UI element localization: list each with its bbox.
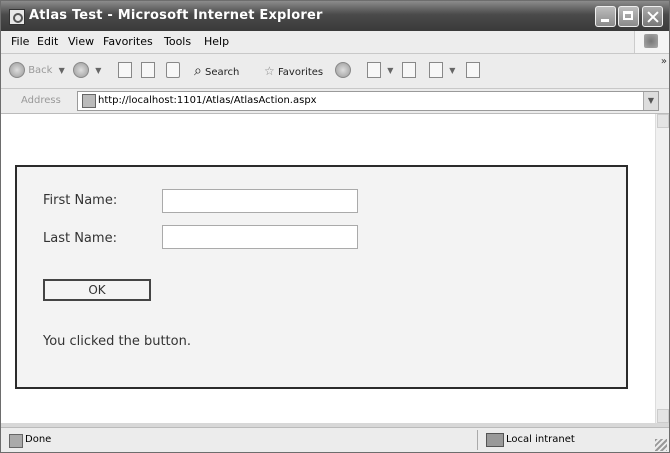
security-zone: Local intranet [477, 430, 648, 450]
stop-icon [118, 62, 132, 78]
discuss-icon [466, 62, 480, 78]
last-name-label: Last Name: [43, 231, 117, 246]
menu-tools[interactable]: Tools [164, 35, 191, 48]
ie-logo-icon [9, 9, 25, 25]
mail-button[interactable]: ▼ [367, 62, 393, 80]
search-button[interactable]: ⌕ Search [194, 62, 239, 80]
scroll-down-button[interactable] [657, 409, 669, 423]
menu-view[interactable]: View [68, 35, 94, 48]
favorites-button[interactable]: ☆ Favorites [264, 62, 323, 80]
media-button[interactable] [335, 62, 351, 80]
favorites-label: Favorites [277, 67, 324, 78]
home-button[interactable] [166, 62, 180, 80]
forward-button[interactable]: ▼ [73, 62, 101, 80]
stop-button[interactable] [118, 62, 132, 80]
print-button[interactable] [402, 62, 416, 80]
mail-icon [367, 62, 381, 78]
menu-favorites[interactable]: Favorites [103, 35, 153, 48]
address-bar: Address http://localhost:1101/Atlas/Atla… [1, 89, 669, 114]
result-message: You clicked the button. [43, 334, 191, 349]
page-icon [82, 94, 96, 108]
print-icon [402, 62, 416, 78]
edit-button[interactable]: ▼ [429, 62, 455, 80]
menu-bar: File Edit View Favorites Tools Help [1, 31, 669, 54]
page-content: First Name: Last Name: OK You clicked th… [1, 114, 655, 423]
back-label: Back [28, 65, 53, 76]
status-text: Done [25, 434, 52, 445]
first-name-label: First Name: [43, 193, 118, 208]
media-icon [335, 62, 351, 78]
back-button[interactable]: Back ▼ [9, 62, 65, 80]
chevron-down-icon: ▼ [95, 66, 102, 75]
star-icon: ☆ [264, 64, 275, 78]
menu-edit[interactable]: Edit [37, 35, 58, 48]
edit-icon [429, 62, 443, 78]
menu-help[interactable]: Help [204, 35, 229, 48]
maximize-button[interactable] [618, 6, 639, 27]
chevron-down-icon: ▼ [58, 66, 65, 75]
resize-grip-icon[interactable] [655, 439, 667, 451]
title-bar: Atlas Test - Microsoft Internet Explorer [1, 1, 669, 31]
status-bar: Done Local intranet [1, 427, 669, 452]
scroll-up-button[interactable] [657, 114, 669, 128]
windows-logo-icon [634, 31, 669, 53]
page-done-icon [9, 434, 23, 448]
search-label: Search [205, 67, 240, 78]
vertical-scrollbar[interactable] [655, 114, 669, 423]
chevron-down-icon: ▼ [449, 66, 456, 75]
menu-file[interactable]: File [11, 35, 29, 48]
zone-label: Local intranet [506, 434, 575, 445]
home-icon [166, 62, 180, 78]
refresh-icon [141, 62, 155, 78]
address-dropdown-icon[interactable]: ▼ [643, 92, 658, 110]
close-button[interactable] [642, 6, 663, 27]
first-name-field[interactable] [162, 189, 358, 213]
address-input[interactable]: http://localhost:1101/Atlas/AtlasAction.… [77, 91, 659, 111]
address-url: http://localhost:1101/Atlas/AtlasAction.… [98, 95, 317, 106]
discuss-button[interactable] [466, 62, 480, 80]
search-icon: ⌕ [194, 63, 202, 79]
window-title: Atlas Test - Microsoft Internet Explorer [29, 8, 323, 23]
ok-button[interactable]: OK [43, 279, 151, 301]
address-label: Address [21, 95, 61, 106]
forward-arrow-icon [73, 62, 89, 78]
back-arrow-icon [9, 62, 25, 78]
minimize-button[interactable] [595, 6, 616, 27]
toolbar: Back ▼ ▼ ⌕ Search ☆ Favorites ▼ ▼ » [1, 54, 669, 89]
intranet-icon [486, 433, 504, 447]
chevron-down-icon: ▼ [387, 66, 394, 75]
toolbar-overflow-icon[interactable]: » [661, 56, 667, 67]
last-name-field[interactable] [162, 225, 358, 249]
form-panel: First Name: Last Name: OK You clicked th… [15, 165, 628, 389]
browser-window: Atlas Test - Microsoft Internet Explorer… [0, 0, 670, 453]
refresh-button[interactable] [141, 62, 155, 80]
